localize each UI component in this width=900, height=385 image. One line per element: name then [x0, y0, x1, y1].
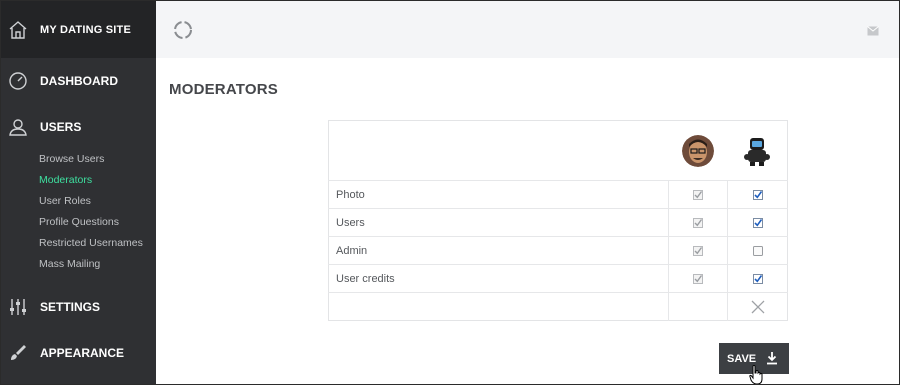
- subnav-moderators[interactable]: Moderators: [39, 170, 156, 191]
- permission-label: Photo: [328, 180, 669, 209]
- hand-cursor-icon: [749, 365, 763, 384]
- download-icon: [767, 352, 777, 365]
- sidebar-item-label: APPEARANCE: [40, 346, 125, 360]
- sidebar: MY DATING SITE DASHBOARD USERS Browse Us…: [1, 1, 156, 384]
- table-row: Users: [328, 208, 788, 237]
- top-bar: [156, 1, 899, 58]
- save-button-label: SAVE: [727, 352, 757, 365]
- sidebar-item-settings[interactable]: SETTINGS: [1, 285, 156, 329]
- home-icon: [7, 19, 29, 41]
- sidebar-brand[interactable]: MY DATING SITE: [1, 1, 156, 58]
- permission-label: User credits: [328, 264, 669, 293]
- subnav-browse-users[interactable]: Browse Users: [39, 149, 156, 170]
- subnav-profile-questions[interactable]: Profile Questions: [39, 212, 156, 233]
- page-title: MODERATORS: [169, 81, 278, 98]
- moderator-permissions-table: Photo Users Admin User credits: [328, 120, 788, 321]
- permission-label: Users: [328, 208, 669, 237]
- checkbox-unchecked[interactable]: [752, 245, 763, 256]
- envelope-icon[interactable]: [867, 23, 879, 36]
- checkbox-checked-disabled: [693, 273, 703, 284]
- sliders-icon: [7, 296, 29, 318]
- checkbox-checked-disabled: [693, 217, 703, 228]
- dashboard-gauge-icon: [7, 70, 29, 92]
- sidebar-item-dashboard[interactable]: DASHBOARD: [1, 59, 156, 103]
- users-subnav: Browse Users Moderators User Roles Profi…: [1, 149, 156, 275]
- brand-name: MY DATING SITE: [40, 23, 132, 36]
- table-row: User credits: [328, 264, 788, 293]
- sidebar-item-label: SETTINGS: [40, 300, 101, 314]
- table-row: Photo: [328, 180, 788, 209]
- user-icon: [7, 116, 29, 138]
- avatar[interactable]: [682, 134, 714, 167]
- checkbox-checked-disabled: [693, 189, 703, 200]
- checkbox-checked-disabled: [693, 245, 703, 256]
- app-window: MY DATING SITE DASHBOARD USERS Browse Us…: [0, 0, 900, 385]
- subnav-mass-mailing[interactable]: Mass Mailing: [39, 254, 156, 275]
- sidebar-item-label: USERS: [40, 120, 82, 134]
- table-row: [328, 292, 788, 321]
- subnav-restricted-usernames[interactable]: Restricted Usernames: [39, 233, 156, 254]
- sidebar-item-appearance[interactable]: APPEARANCE: [1, 331, 156, 375]
- sidebar-item-label: DASHBOARD: [40, 74, 118, 88]
- table-header-row: [329, 121, 788, 181]
- remove-moderator-icon[interactable]: [751, 300, 765, 314]
- brush-icon: [7, 342, 29, 364]
- moderator-2-header: [728, 121, 788, 181]
- checkbox-checked[interactable]: [752, 217, 763, 228]
- subnav-user-roles[interactable]: User Roles: [39, 191, 156, 212]
- avatar[interactable]: [741, 135, 773, 167]
- moderator-1-header: [669, 121, 728, 181]
- permission-label: Admin: [328, 236, 669, 265]
- spinner-icon[interactable]: [172, 19, 194, 41]
- checkbox-checked[interactable]: [752, 273, 763, 284]
- sidebar-item-users[interactable]: USERS: [1, 105, 156, 149]
- table-row: Admin: [328, 236, 788, 265]
- checkbox-checked[interactable]: [752, 189, 763, 200]
